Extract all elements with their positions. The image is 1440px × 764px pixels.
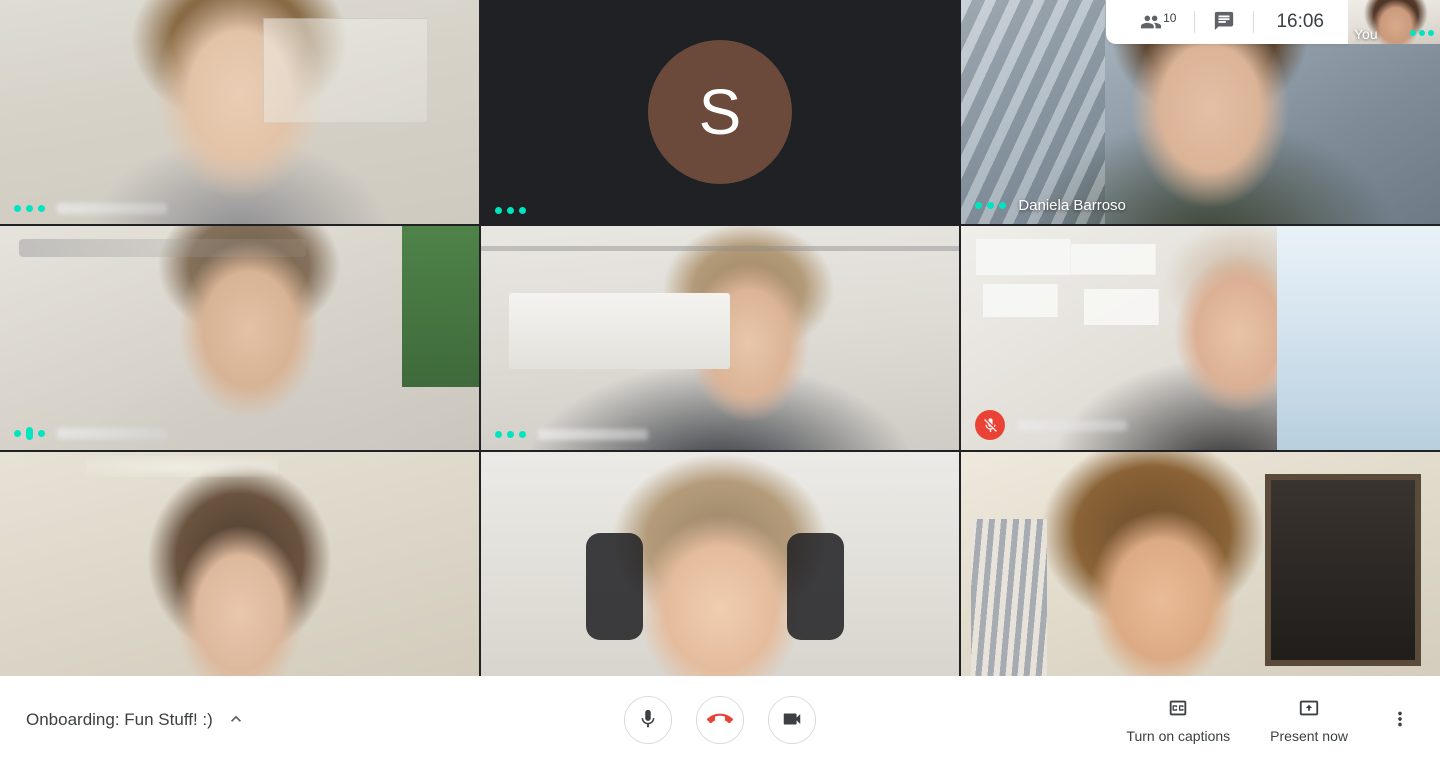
participant-video [480,452,960,676]
captions-label: Turn on captions [1126,727,1231,744]
meeting-window: S Daniela Barroso 10 16:06 You Onboardin… [0,0,1440,764]
toolbar-right: Turn on captions Present now [1108,691,1440,750]
participant-tile[interactable] [480,452,960,676]
participant-tile[interactable] [961,226,1440,450]
toggle-microphone-button[interactable] [624,696,672,744]
participant-video [0,0,479,224]
meeting-info-pill: 10 16:06 [1106,0,1348,44]
avatar: S [647,40,792,184]
video-camera-icon [781,708,803,733]
voice-activity-icon [494,207,526,214]
toggle-camera-button[interactable] [768,696,816,744]
participant-video [0,452,479,676]
meeting-title: Onboarding: Fun Stuff! :) [26,710,213,729]
people-icon: 10 [1140,11,1176,33]
chat-bubble-icon [1213,10,1235,35]
participant-tile[interactable] [0,452,479,676]
participant-tile[interactable] [0,0,479,224]
meeting-details-toggle[interactable] [223,707,249,733]
participant-tile[interactable]: S [480,0,960,224]
participant-video [961,452,1440,676]
microphone-icon [637,708,659,733]
end-call-button[interactable] [696,696,744,744]
present-label: Present now [1270,727,1348,744]
bottom-toolbar: Onboarding: Fun Stuff! :) Turn on captio… [0,676,1440,764]
chat-button[interactable] [1195,0,1253,44]
end-call-icon [707,706,733,735]
self-view-label: You [1354,26,1378,42]
participant-tile[interactable] [961,452,1440,676]
chevron-up-icon [226,709,246,732]
participant-tile[interactable] [0,226,479,450]
video-grid: S Daniela Barroso [0,0,1440,676]
participant-video [961,226,1440,450]
present-screen-icon [1298,697,1320,722]
participant-tile[interactable] [480,226,960,450]
clock: 16:06 [1276,11,1324,32]
participants-button[interactable]: 10 [1122,0,1194,44]
toolbar-left: Onboarding: Fun Stuff! :) [0,707,400,733]
call-controls [624,696,816,744]
more-vertical-icon [1389,708,1411,733]
self-view-tile[interactable]: You [1348,0,1440,44]
closed-caption-icon [1167,697,1189,722]
participant-video [0,226,479,450]
voice-activity-icon [1410,30,1434,36]
participant-count: 10 [1163,11,1177,25]
more-options-button[interactable] [1378,698,1422,742]
tile-overlay [481,199,960,224]
participant-video [480,226,960,450]
turn-on-captions-button[interactable]: Turn on captions [1108,691,1248,750]
present-now-button[interactable]: Present now [1252,691,1366,750]
